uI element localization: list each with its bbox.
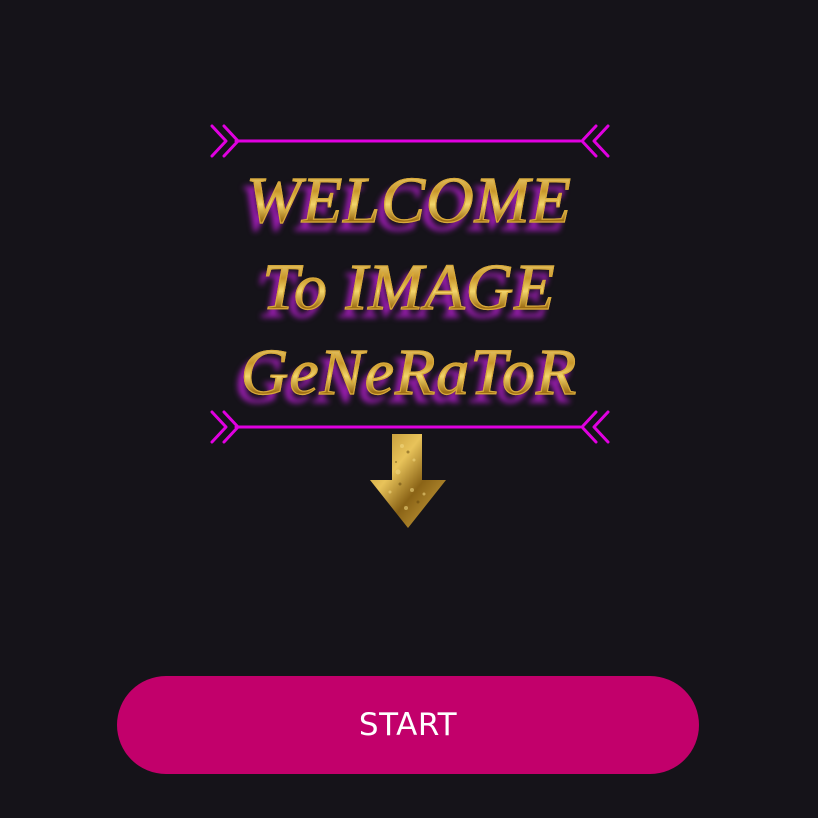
start-button[interactable]: START <box>117 676 699 774</box>
top-arrow-divider-icon <box>210 124 610 158</box>
welcome-title-line-2: To IMAGE <box>0 254 818 321</box>
down-arrow-icon <box>370 434 446 528</box>
welcome-banner: WELCOME To IMAGE GeNeRaToR <box>0 0 818 560</box>
welcome-title-line-1: WELCOME <box>0 167 818 234</box>
welcome-title-line-3: GeNeRaToR <box>0 339 818 406</box>
welcome-screen: WELCOME To IMAGE GeNeRaToR START <box>0 0 818 818</box>
